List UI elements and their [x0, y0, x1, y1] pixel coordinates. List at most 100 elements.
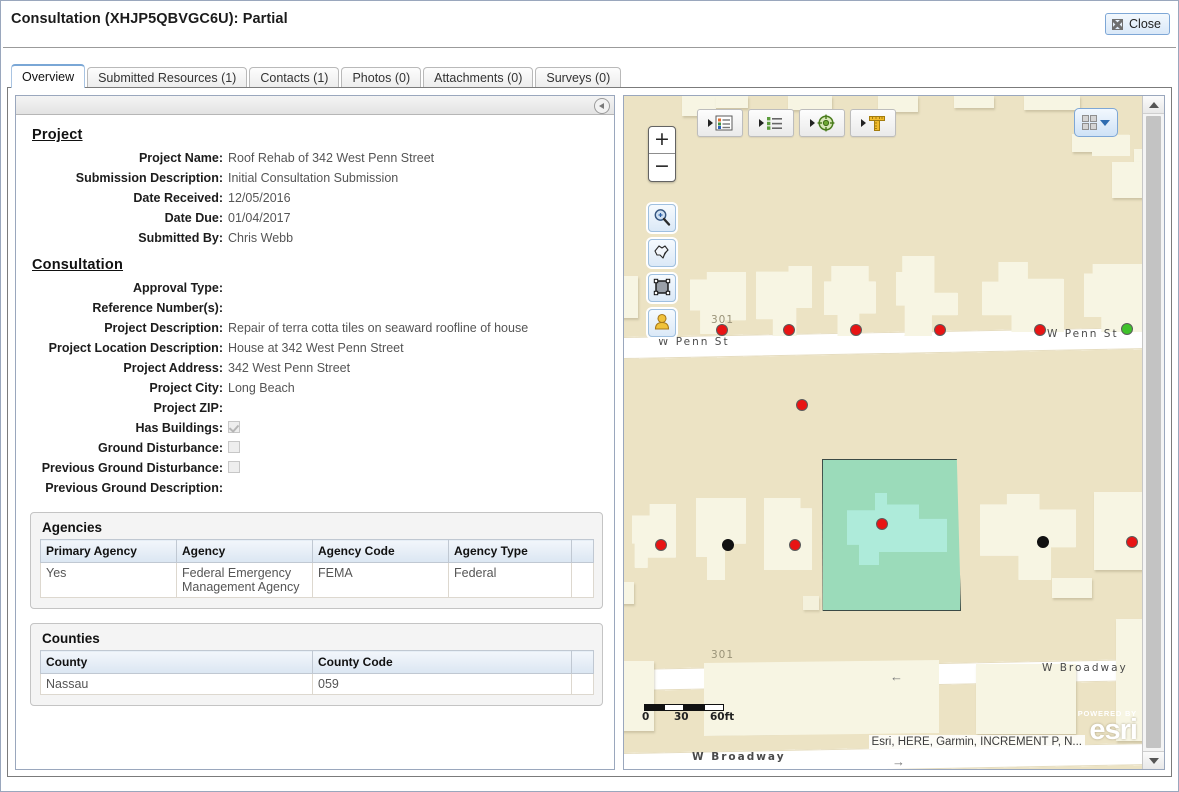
map-marker-red[interactable] — [850, 324, 862, 336]
agencies-section: Agencies Primary Agency Agency Agency Co… — [30, 512, 603, 609]
map-attribution[interactable]: Esri, HERE, Garmin, INCREMENT P, N... — [869, 735, 1085, 749]
field-ground-disturbance: Ground Disturbance: — [16, 438, 614, 458]
col-primary-agency[interactable]: Primary Agency — [41, 540, 177, 563]
table-header-row: County County Code — [41, 651, 594, 674]
tab-photos[interactable]: Photos (0) — [341, 67, 421, 88]
consultation-section-heading: Consultation — [32, 257, 614, 273]
field-label: Date Received: — [16, 188, 228, 208]
tab-contacts[interactable]: Contacts (1) — [249, 67, 339, 88]
col-spacer — [572, 540, 594, 563]
locate-icon — [817, 114, 835, 132]
col-agency-type[interactable]: Agency Type — [449, 540, 572, 563]
field-value: 12/05/2016 — [228, 188, 291, 208]
zoom-in-button[interactable]: + — [649, 127, 675, 154]
street-direction-arrow-icon: → — [892, 754, 905, 769]
tab-attachments[interactable]: Attachments (0) — [423, 67, 533, 88]
field-value: Chris Webb — [228, 228, 293, 248]
table-row[interactable]: Nassau 059 — [41, 674, 594, 695]
scale-bar-graphic — [644, 704, 724, 711]
identify-tool-icon[interactable] — [648, 309, 676, 337]
field-date-due: Date Due: 01/04/2017 — [16, 208, 614, 228]
map-panel: W Penn St W Penn St W Broadway W Broadwa… — [623, 95, 1165, 770]
field-project-zip: Project ZIP: — [16, 398, 614, 418]
field-label: Date Due: — [16, 208, 228, 228]
overview-tab-panel: Project Project Name: Roof Rehab of 342 … — [7, 87, 1172, 777]
scale-min: 0 — [642, 711, 649, 723]
field-label: Project Address: — [16, 358, 228, 378]
building-polygon — [716, 96, 748, 108]
chevron-down-icon — [1100, 120, 1110, 126]
field-value: Roof Rehab of 342 West Penn Street — [228, 148, 434, 168]
table-row[interactable]: Yes Federal Emergency Management Agency … — [41, 563, 594, 598]
map-marker-red[interactable] — [789, 539, 801, 551]
field-project-description: Project Description: Repair of terra cot… — [16, 318, 614, 338]
field-label: Ground Disturbance: — [16, 438, 228, 458]
map-marker-red[interactable] — [783, 324, 795, 336]
scale-mid: 30 — [674, 711, 689, 723]
field-project-name: Project Name: Roof Rehab of 342 West Pen… — [16, 148, 614, 168]
field-previous-ground-description: Previous Ground Description: — [16, 478, 614, 498]
consultation-detail-window: Consultation (XHJP5QBVGC6U): Partial Clo… — [0, 0, 1179, 792]
tab-overview[interactable]: Overview — [11, 64, 85, 88]
tab-submitted-resources[interactable]: Submitted Resources (1) — [87, 67, 247, 88]
field-submitted-by: Submitted By: Chris Webb — [16, 228, 614, 248]
close-button[interactable]: Close — [1105, 13, 1170, 35]
scroll-up-button[interactable] — [1143, 96, 1164, 114]
map-marker-red[interactable] — [934, 324, 946, 336]
esri-logo: POWERED BY esri — [1078, 709, 1137, 743]
zoom-in-tool-icon[interactable] — [648, 204, 676, 232]
cell-spacer — [572, 563, 594, 598]
field-previous-ground-disturbance: Previous Ground Disturbance: — [16, 458, 614, 478]
map-marker-red[interactable] — [1126, 536, 1138, 548]
building-polygon — [954, 96, 994, 108]
field-label: Project Name: — [16, 148, 228, 168]
map-marker-black[interactable] — [1037, 536, 1049, 548]
tab-surveys[interactable]: Surveys (0) — [535, 67, 621, 88]
field-value: Long Beach — [228, 378, 295, 398]
building-polygon — [704, 660, 939, 736]
legend-button[interactable] — [697, 109, 743, 137]
scroll-down-button[interactable] — [1143, 751, 1164, 769]
building-polygon — [803, 596, 819, 610]
field-label: Project Location Description: — [16, 338, 228, 358]
rectangle-select-tool-icon[interactable] — [648, 274, 676, 302]
map-marker-green[interactable] — [1121, 323, 1133, 335]
collapse-panel-icon[interactable] — [594, 98, 610, 114]
col-agency[interactable]: Agency — [177, 540, 313, 563]
map-vertical-scrollbar[interactable] — [1142, 96, 1164, 769]
zoom-control[interactable]: + − — [648, 126, 676, 182]
field-label: Project City: — [16, 378, 228, 398]
map-marker-selected-red[interactable] — [876, 518, 888, 530]
chevron-up-icon — [1149, 102, 1159, 108]
map-marker-black[interactable] — [722, 539, 734, 551]
scrollbar-thumb[interactable] — [1146, 116, 1161, 748]
field-label: Previous Ground Description: — [16, 478, 228, 498]
measure-button[interactable] — [850, 109, 896, 137]
col-county-code[interactable]: County Code — [313, 651, 572, 674]
basemap-gallery-button[interactable] — [1074, 108, 1118, 137]
legend-icon — [715, 115, 733, 131]
scale-bar: 0 30 60ft — [644, 704, 724, 723]
state-select-tool-icon[interactable] — [648, 239, 676, 267]
col-agency-code[interactable]: Agency Code — [313, 540, 449, 563]
field-label: Reference Number(s): — [16, 298, 228, 318]
locate-button[interactable] — [799, 109, 845, 137]
ground-disturbance-checkbox — [228, 441, 240, 453]
street-label-w-penn-st-left: W Penn St — [658, 336, 730, 348]
building-polygon — [1094, 492, 1143, 570]
map-marker-red[interactable] — [716, 324, 728, 336]
layer-list-button[interactable] — [748, 109, 794, 137]
col-county[interactable]: County — [41, 651, 313, 674]
dropdown-arrow-icon — [708, 119, 713, 127]
map-marker-red[interactable] — [655, 539, 667, 551]
map-canvas[interactable]: W Penn St W Penn St W Broadway W Broadwa… — [624, 96, 1143, 769]
map-marker-red[interactable] — [1034, 324, 1046, 336]
field-submission-description: Submission Description: Initial Consulta… — [16, 168, 614, 188]
map-marker-red[interactable] — [796, 399, 808, 411]
field-project-address: Project Address: 342 West Penn Street — [16, 358, 614, 378]
chevron-down-icon — [1149, 758, 1159, 764]
field-label: Submission Description: — [16, 168, 228, 188]
zoom-out-button[interactable]: − — [649, 154, 675, 180]
building-polygon — [896, 256, 958, 336]
scale-max: 60ft — [710, 711, 734, 723]
